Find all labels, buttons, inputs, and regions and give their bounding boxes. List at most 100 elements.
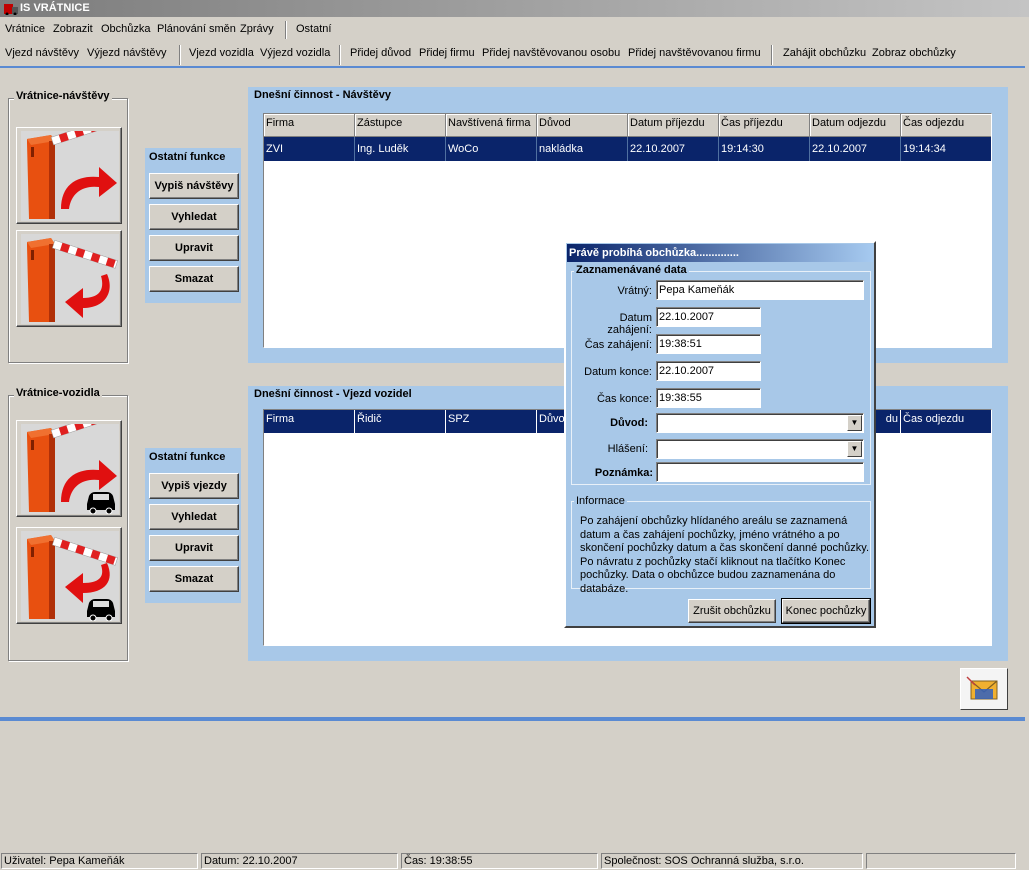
column-header[interactable]: Firma (264, 114, 355, 137)
column-header[interactable]: Řidič (355, 410, 446, 433)
report-dropdown-arrow-icon[interactable]: ▼ (847, 441, 862, 457)
vehicles-delete-button[interactable]: Smazat (149, 566, 239, 592)
start-date-input[interactable]: 22.10.2007 (656, 307, 761, 327)
table-cell: nakládka (537, 137, 628, 161)
visitor-entry-button[interactable] (16, 127, 122, 224)
info-text: Po zahájení obchůzky hlídaného areálu se… (580, 515, 870, 595)
vehicle-exit-icon (21, 531, 119, 621)
toolbar-vyjezd-navstevy[interactable]: Výjezd návštěvy (87, 47, 166, 59)
report-label: Hlášení: (607, 443, 648, 455)
toolbar-vjezd-navstevy[interactable]: Vjezd návštěvy (5, 47, 79, 59)
column-header[interactable]: Čas odjezdu (901, 410, 991, 433)
column-header[interactable]: Důvod (537, 114, 628, 137)
vehicles-search-button[interactable]: Vyhledat (149, 504, 239, 530)
note-input[interactable] (656, 462, 864, 482)
menu-zobrazit[interactable]: Zobrazit (53, 23, 93, 35)
reason-select[interactable]: ▼ (656, 413, 864, 433)
list-visits-button[interactable]: Vypiš návštěvy (149, 173, 239, 199)
menu-separator (285, 21, 287, 39)
header-divider (0, 66, 1025, 68)
visitors-delete-button[interactable]: Smazat (149, 266, 239, 292)
table-cell: 22.10.2007 (810, 137, 901, 161)
column-header[interactable]: Zástupce (355, 114, 446, 137)
title-bar: IS VRÁTNICE (0, 0, 1029, 17)
toolbar-pridej-duvod[interactable]: Přidej důvod (350, 47, 411, 59)
toolbar-zobraz-obchuzky[interactable]: Zobraz obchůzky (872, 47, 956, 59)
status-bar: Uživatel: Pepa Kameňák Datum: 22.10.2007… (0, 852, 1029, 870)
menu-obchuzka[interactable]: Obchůzka (101, 23, 151, 35)
visitors-activity-title: Dnešní činnost - Návštěvy (254, 89, 391, 101)
column-header[interactable]: Datum odjezdu (810, 114, 901, 137)
barrier-exit-icon (21, 234, 119, 324)
status-company: Společnost: SOS Ochranná služba, s.r.o. (601, 853, 863, 869)
toolbar-vyjezd-vozidla[interactable]: Výjezd vozidla (260, 47, 330, 59)
end-patrol-button[interactable]: Konec pochůzky (781, 598, 871, 624)
vehicles-functions-panel: Ostatní funkce Vypiš vjezdy Vyhledat Upr… (145, 448, 241, 603)
menu-vratnice[interactable]: Vrátnice (5, 23, 45, 35)
column-header[interactable]: Navštívená firma (446, 114, 537, 137)
menu-ostatni[interactable]: Ostatní (296, 23, 331, 35)
table-cell: 19:14:34 (901, 137, 991, 161)
vehicles-edit-button[interactable]: Upravit (149, 535, 239, 561)
envelope-icon (966, 676, 998, 700)
vehicles-activity-title: Dnešní činnost - Vjezd vozidel (254, 388, 412, 400)
toolbar-pridej-firmu[interactable]: Přidej firmu (419, 47, 475, 59)
toolbar-pridej-firmu-navstevovanou[interactable]: Přidej navštěvovanou firmu (628, 47, 761, 59)
visitors-search-button[interactable]: Vyhledat (149, 204, 239, 230)
list-entries-button[interactable]: Vypiš vjezdy (149, 473, 239, 499)
toolbar-vjezd-vozidla[interactable]: Vjezd vozidla (189, 47, 254, 59)
guard-input[interactable]: Pepa Kameňák (656, 280, 864, 300)
status-date: Datum: 22.10.2007 (201, 853, 398, 869)
status-empty-panel (866, 853, 1016, 869)
reason-label: Důvod: (610, 417, 648, 429)
table-cell: ZVI (264, 137, 355, 161)
toolbar-separator (771, 45, 773, 65)
column-header[interactable]: Firma (264, 410, 355, 433)
messages-button[interactable] (960, 668, 1008, 710)
info-group: Po zahájení obchůzky hlídaného areálu se… (571, 501, 871, 595)
end-time-label: Čas konce: (596, 393, 652, 405)
reason-dropdown-arrow-icon[interactable]: ▼ (847, 415, 862, 431)
end-time-input[interactable]: 19:38:55 (656, 388, 761, 408)
table-cell: WoCo (446, 137, 537, 161)
start-time-input[interactable]: 19:38:51 (656, 334, 761, 354)
report-select[interactable]: ▼ (656, 439, 864, 459)
patrol-dialog: Právě probíhá obchůzka.............. Zaz… (564, 241, 876, 628)
visitor-exit-button[interactable] (16, 230, 122, 327)
visitors-table-header: Firma Zástupce Navštívená firma Důvod Da… (264, 114, 991, 137)
column-header[interactable]: Čas odjezdu (901, 114, 991, 137)
visitors-group-title: Vrátnice-návštěvy (14, 90, 112, 102)
app-icon (3, 2, 19, 16)
table-cell: 19:14:30 (719, 137, 810, 161)
column-header[interactable]: Čas příjezdu (719, 114, 810, 137)
table-row[interactable]: ZVI Ing. Luděk WoCo nakládka 22.10.2007 … (264, 137, 991, 161)
column-header[interactable]: Datum příjezdu (628, 114, 719, 137)
end-date-input[interactable]: 22.10.2007 (656, 361, 761, 381)
status-time: Čas: 19:38:55 (401, 853, 598, 869)
vehicle-entry-button[interactable] (16, 420, 122, 517)
dialog-title: Právě probíhá obchůzka.............. (567, 244, 873, 262)
visitors-functions-title: Ostatní funkce (149, 151, 226, 163)
vehicles-functions-title: Ostatní funkce (149, 451, 226, 463)
cancel-patrol-button[interactable]: Zrušit obchůzku (688, 599, 776, 623)
start-time-label: Čas zahájení: (584, 339, 652, 351)
menu-planovani-smen[interactable]: Plánování směn (157, 23, 236, 35)
vehicle-entry-icon (21, 424, 119, 514)
toolbar-separator (179, 45, 181, 65)
note-label: Poznámka: (594, 467, 653, 479)
guard-label: Vrátný: (617, 285, 652, 297)
start-date-label: Datum zahájení: (607, 312, 652, 336)
app-title: IS VRÁTNICE (20, 2, 90, 14)
menu-bar: Vrátnice Zobrazit Obchůzka Plánování smě… (0, 19, 1029, 41)
toolbar-pridej-osobu[interactable]: Přidej navštěvovanou osobu (482, 47, 620, 59)
table-cell: Ing. Luděk (355, 137, 446, 161)
column-header[interactable]: SPZ (446, 410, 537, 433)
toolbar-zahajit-obchuzku[interactable]: Zahájit obchůzku (783, 47, 866, 59)
menu-zpravy[interactable]: Zprávy (240, 23, 274, 35)
end-date-label: Datum konce: (584, 366, 652, 378)
toolbar-separator (339, 45, 341, 65)
vehicle-exit-button[interactable] (16, 527, 122, 624)
table-cell: 22.10.2007 (628, 137, 719, 161)
barrier-entry-icon (21, 131, 119, 221)
visitors-edit-button[interactable]: Upravit (149, 235, 239, 261)
